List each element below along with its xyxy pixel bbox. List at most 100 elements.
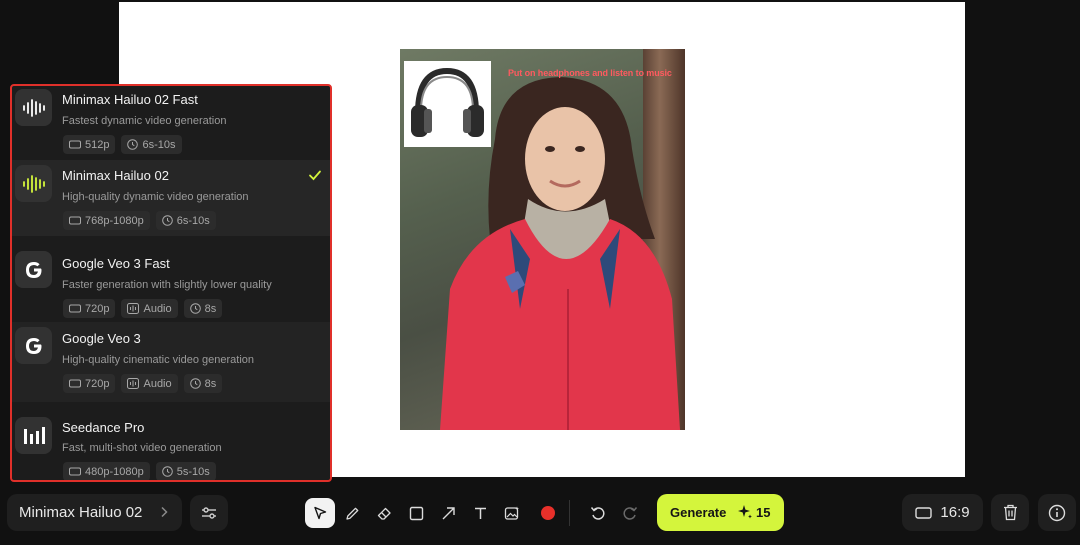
clock-icon — [189, 303, 201, 314]
screen-icon — [69, 140, 81, 149]
resolution-tag: 512p — [63, 135, 116, 154]
trash-icon — [1003, 504, 1017, 521]
duration-tag: 5s-10s — [155, 462, 216, 480]
resolution-label: 720p — [85, 377, 110, 390]
waveform-icon — [15, 89, 52, 126]
model-name: Minimax Hailuo 02 Fast — [62, 92, 198, 107]
aspect-ratio-icon — [915, 506, 933, 519]
clock-icon — [189, 378, 201, 389]
clock-icon — [127, 139, 139, 150]
select-tool-button[interactable] — [305, 498, 335, 528]
model-tags: 720p Audio 8s — [63, 374, 223, 393]
resolution-label: 720p — [85, 302, 110, 315]
google-icon — [15, 251, 52, 288]
redo-button[interactable] — [615, 498, 645, 528]
clock-icon — [161, 466, 173, 477]
audio-tag: Audio — [121, 299, 178, 318]
eraser-icon — [377, 507, 391, 520]
aspect-ratio-label: 16:9 — [940, 504, 970, 521]
google-icon — [15, 327, 52, 364]
info-icon — [1048, 504, 1066, 521]
duration-tag: 6s-10s — [155, 211, 216, 230]
duration-tag: 6s-10s — [121, 135, 182, 154]
redo-icon — [623, 507, 638, 520]
model-tags: 480p-1080p 5s-10s — [63, 462, 216, 480]
app-root: Put on headphones and listen to music Mi… — [0, 0, 1080, 545]
image-sparkle-icon — [504, 506, 519, 520]
undo-icon — [590, 507, 605, 520]
generate-label: Generate — [670, 505, 727, 520]
eraser-tool-button[interactable] — [369, 498, 399, 528]
model-option-seedance-pro[interactable]: Seedance Pro Fast, multi-shot video gene… — [12, 402, 330, 480]
generate-button[interactable]: Generate 15 — [657, 494, 784, 531]
settings-button[interactable] — [190, 495, 228, 531]
info-button[interactable] — [1038, 494, 1076, 531]
model-name: Google Veo 3 Fast — [62, 256, 170, 271]
waveform-icon — [15, 165, 52, 202]
color-picker-button[interactable] — [533, 498, 563, 528]
delete-button[interactable] — [991, 494, 1029, 531]
headphones-image — [404, 61, 491, 147]
text-icon — [474, 507, 486, 519]
duration-tag: 8s — [183, 299, 223, 318]
audio-label: Audio — [143, 302, 172, 315]
model-description: Fastest dynamic video generation — [62, 115, 227, 127]
model-name: Google Veo 3 — [62, 331, 141, 346]
duration-label: 8s — [204, 302, 217, 315]
audio-tag: Audio — [121, 374, 178, 393]
model-tags: 720p Audio 8s — [63, 299, 223, 318]
model-description: High-quality dynamic video generation — [62, 191, 249, 203]
model-name: Seedance Pro — [62, 420, 145, 435]
checkmark-icon — [309, 170, 321, 181]
model-name: Minimax Hailuo 02 — [62, 168, 169, 183]
model-option-minimax-hailuo-02[interactable]: Minimax Hailuo 02 High-quality dynamic v… — [12, 160, 330, 236]
audio-label: Audio — [143, 377, 172, 390]
color-swatch-icon — [541, 506, 555, 520]
duration-tag: 8s — [183, 374, 223, 393]
screen-icon — [69, 216, 81, 225]
image-tool-button[interactable] — [497, 498, 527, 528]
canvas-image[interactable]: Put on headphones and listen to music — [400, 49, 685, 430]
duration-label: 5s-10s — [176, 465, 210, 478]
audio-icon — [127, 303, 140, 314]
model-description: Faster generation with slightly lower qu… — [62, 279, 272, 291]
model-tags: 768p-1080p 6s-10s — [63, 211, 216, 230]
text-tool-button[interactable] — [465, 498, 495, 528]
resolution-tag: 720p — [63, 374, 116, 393]
aspect-ratio-button[interactable]: 16:9 — [902, 494, 983, 531]
duration-label: 6s-10s — [142, 138, 176, 151]
model-selector-button[interactable]: Minimax Hailuo 02 — [7, 494, 182, 531]
screen-icon — [69, 379, 81, 388]
toolbar-divider — [569, 500, 570, 526]
model-dropdown: Minimax Hailuo 02 Fast Fastest dynamic v… — [10, 84, 332, 482]
resolution-tag: 720p — [63, 299, 116, 318]
credits-value: 15 — [756, 504, 771, 520]
headphones-icon — [411, 67, 484, 137]
audio-icon — [127, 378, 140, 389]
resolution-tag: 480p-1080p — [63, 462, 150, 480]
screen-icon — [69, 304, 81, 313]
pencil-tool-button[interactable] — [337, 498, 367, 528]
resolution-label: 768p-1080p — [85, 214, 144, 227]
cursor-icon — [313, 506, 326, 519]
credits-badge: 15 — [737, 504, 770, 520]
model-selector-label: Minimax Hailuo 02 — [19, 504, 143, 521]
resolution-tag: 768p-1080p — [63, 211, 150, 230]
duration-label: 6s-10s — [176, 214, 210, 227]
resolution-label: 512p — [85, 138, 110, 151]
arrow-tool-button[interactable] — [433, 498, 463, 528]
undo-button[interactable] — [583, 498, 613, 528]
duration-label: 8s — [204, 377, 217, 390]
model-option-google-veo-3-fast[interactable]: Google Veo 3 Fast Faster generation with… — [12, 236, 330, 322]
model-option-minimax-hailuo-02-fast[interactable]: Minimax Hailuo 02 Fast Fastest dynamic v… — [12, 86, 330, 160]
pencil-icon — [345, 507, 358, 520]
square-icon — [409, 506, 423, 520]
model-description: High-quality cinematic video generation — [62, 354, 254, 366]
resolution-label: 480p-1080p — [85, 465, 144, 478]
arrow-icon — [442, 506, 455, 519]
model-option-google-veo-3[interactable]: Google Veo 3 High-quality cinematic vide… — [12, 322, 330, 402]
bars-icon — [15, 417, 52, 454]
screen-icon — [69, 467, 81, 476]
model-description: Fast, multi-shot video generation — [62, 442, 222, 454]
rectangle-tool-button[interactable] — [401, 498, 431, 528]
